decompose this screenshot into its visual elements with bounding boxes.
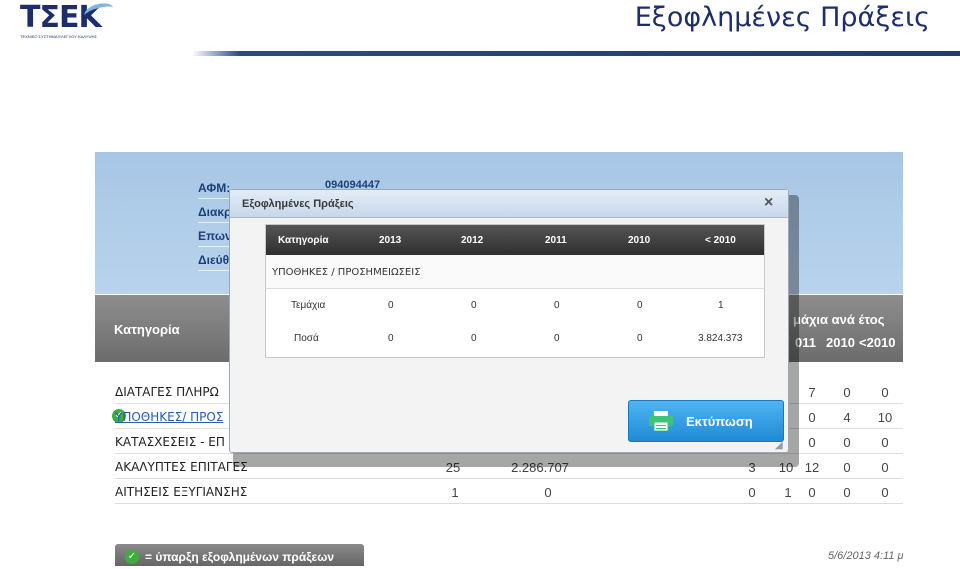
row-label: Ποσά [294,333,319,344]
row-value: 0 [881,460,889,475]
row-value: 0 [388,333,394,344]
row-value: 1 [718,300,724,311]
section-label: ΥΠΟΘΗΚΕΣ / ΠΡΟΣΗΜΕΙΩΣΕΙΣ [272,267,421,278]
table-row[interactable]: ΑΙΤΗΣΕΙΣ ΕΞΥΓΙΑΝΣΗΣ 1 0 0 1 0 0 0 [115,479,903,504]
row-value: 0 [808,485,816,500]
col-header: 2011 [545,235,567,246]
row-value: 0 [471,333,477,344]
row-value: 0 [881,435,889,450]
row-name-link[interactable]: ΥΠΟΘΗΚΕΣ/ ΠΡΟΣ [115,410,223,424]
row-name: ΑΙΤΗΣΕΙΣ ΕΞΥΓΙΑΝΣΗΣ [115,485,248,499]
row-value: 4 [843,410,851,425]
col-header: 2012 [461,235,484,246]
col-header: 2010 [628,235,651,246]
logo-tagline: ΤΕΧΝΙΚΟ ΣΥΣΤΗΜΑ ΕΛΕΓΧΟΥ ΚΑΛΥΨΗΣ [20,34,98,39]
table-header: Κατηγορία 2013 2012 2011 2010 < 2010 [266,225,764,255]
row-name: ΑΚΑΛΥΠΤΕΣ ΕΠΙΤΑΓΕΣ [115,460,248,474]
row-value: 0 [637,333,643,344]
row-name: ΔΙΑΤΑΓΕΣ ΠΛΗΡΩ [115,385,219,399]
table-row: Ποσά 0 0 0 0 3.824.373 [266,322,764,355]
row-value: 1 [451,485,459,500]
row-value: 0 [843,435,851,450]
row-value: 0 [843,485,851,500]
row-value: 3.824.373 [698,333,743,344]
resize-grip-icon[interactable]: ◢ [775,440,783,451]
col-category: Κατηγορία [114,322,180,337]
table-row: Τεμάχια 0 0 0 0 1 [266,289,764,322]
slide-title: Εξοφλημένες Πράξεις [634,2,930,33]
row-value: 0 [554,333,560,344]
row-value: 0 [471,300,477,311]
check-icon: ✓ [125,550,139,564]
paid-acts-dialog: Εξοφλημένες Πράξεις × Κατηγορία 2013 201… [229,189,789,453]
printer-icon [649,411,673,431]
dialog-titlebar[interactable]: Εξοφλημένες Πράξεις × [230,190,788,218]
row-value: 0 [843,385,851,400]
print-button[interactable]: Εκτύπωση [628,400,784,442]
row-value: 0 [637,300,643,311]
col-header: Κατηγορία [278,235,329,246]
row-value: 0 [843,460,851,475]
timestamp: 5/6/2013 4:11 μ [828,550,903,562]
legend-label: = ύπαρξη εξοφλημένων πράξεων [145,550,335,564]
row-value: 0 [388,300,394,311]
row-value: 0 [881,485,889,500]
print-label: Εκτύπωση [686,414,753,429]
slide-header: ΤΣΕΚ ΤΕΧΝΙΚΟ ΣΥΣΤΗΜΑ ΕΛΕΓΧΟΥ ΚΑΛΥΨΗΣ Εξο… [0,0,960,60]
col-2010: 2010 [826,335,855,350]
legend-badge: ✓ = ύπαρξη εξοφλημένων πράξεων [115,544,364,566]
col-before-2010: <2010 [859,335,896,350]
row-name: ΚΑΤΑΣΧΕΣΕΙΣ - ΕΠ [115,435,225,449]
row-value: 0 [881,385,889,400]
close-icon[interactable]: × [764,194,773,212]
col-header: < 2010 [705,235,736,246]
row-value: 0 [554,300,560,311]
header-divider [0,51,960,56]
row-value: 0 [748,485,756,500]
years-caption: μάχια ανά έτος [793,312,885,327]
col-header: 2013 [379,235,402,246]
row-label: Τεμάχια [291,300,326,311]
row-value: 0 [544,485,552,500]
row-value: 10 [877,410,893,425]
paid-acts-table: Κατηγορία 2013 2012 2011 2010 < 2010 ΥΠΟ… [265,224,765,358]
section-row: ΥΠΟΘΗΚΕΣ / ΠΡΟΣΗΜΕΙΩΣΕΙΣ [266,255,764,289]
dialog-title: Εξοφλημένες Πράξεις [242,198,354,210]
tsek-logo: ΤΣΕΚ ΤΕΧΝΙΚΟ ΣΥΣΤΗΜΑ ΕΛΕΓΧΟΥ ΚΑΛΥΨΗΣ [20,0,116,40]
